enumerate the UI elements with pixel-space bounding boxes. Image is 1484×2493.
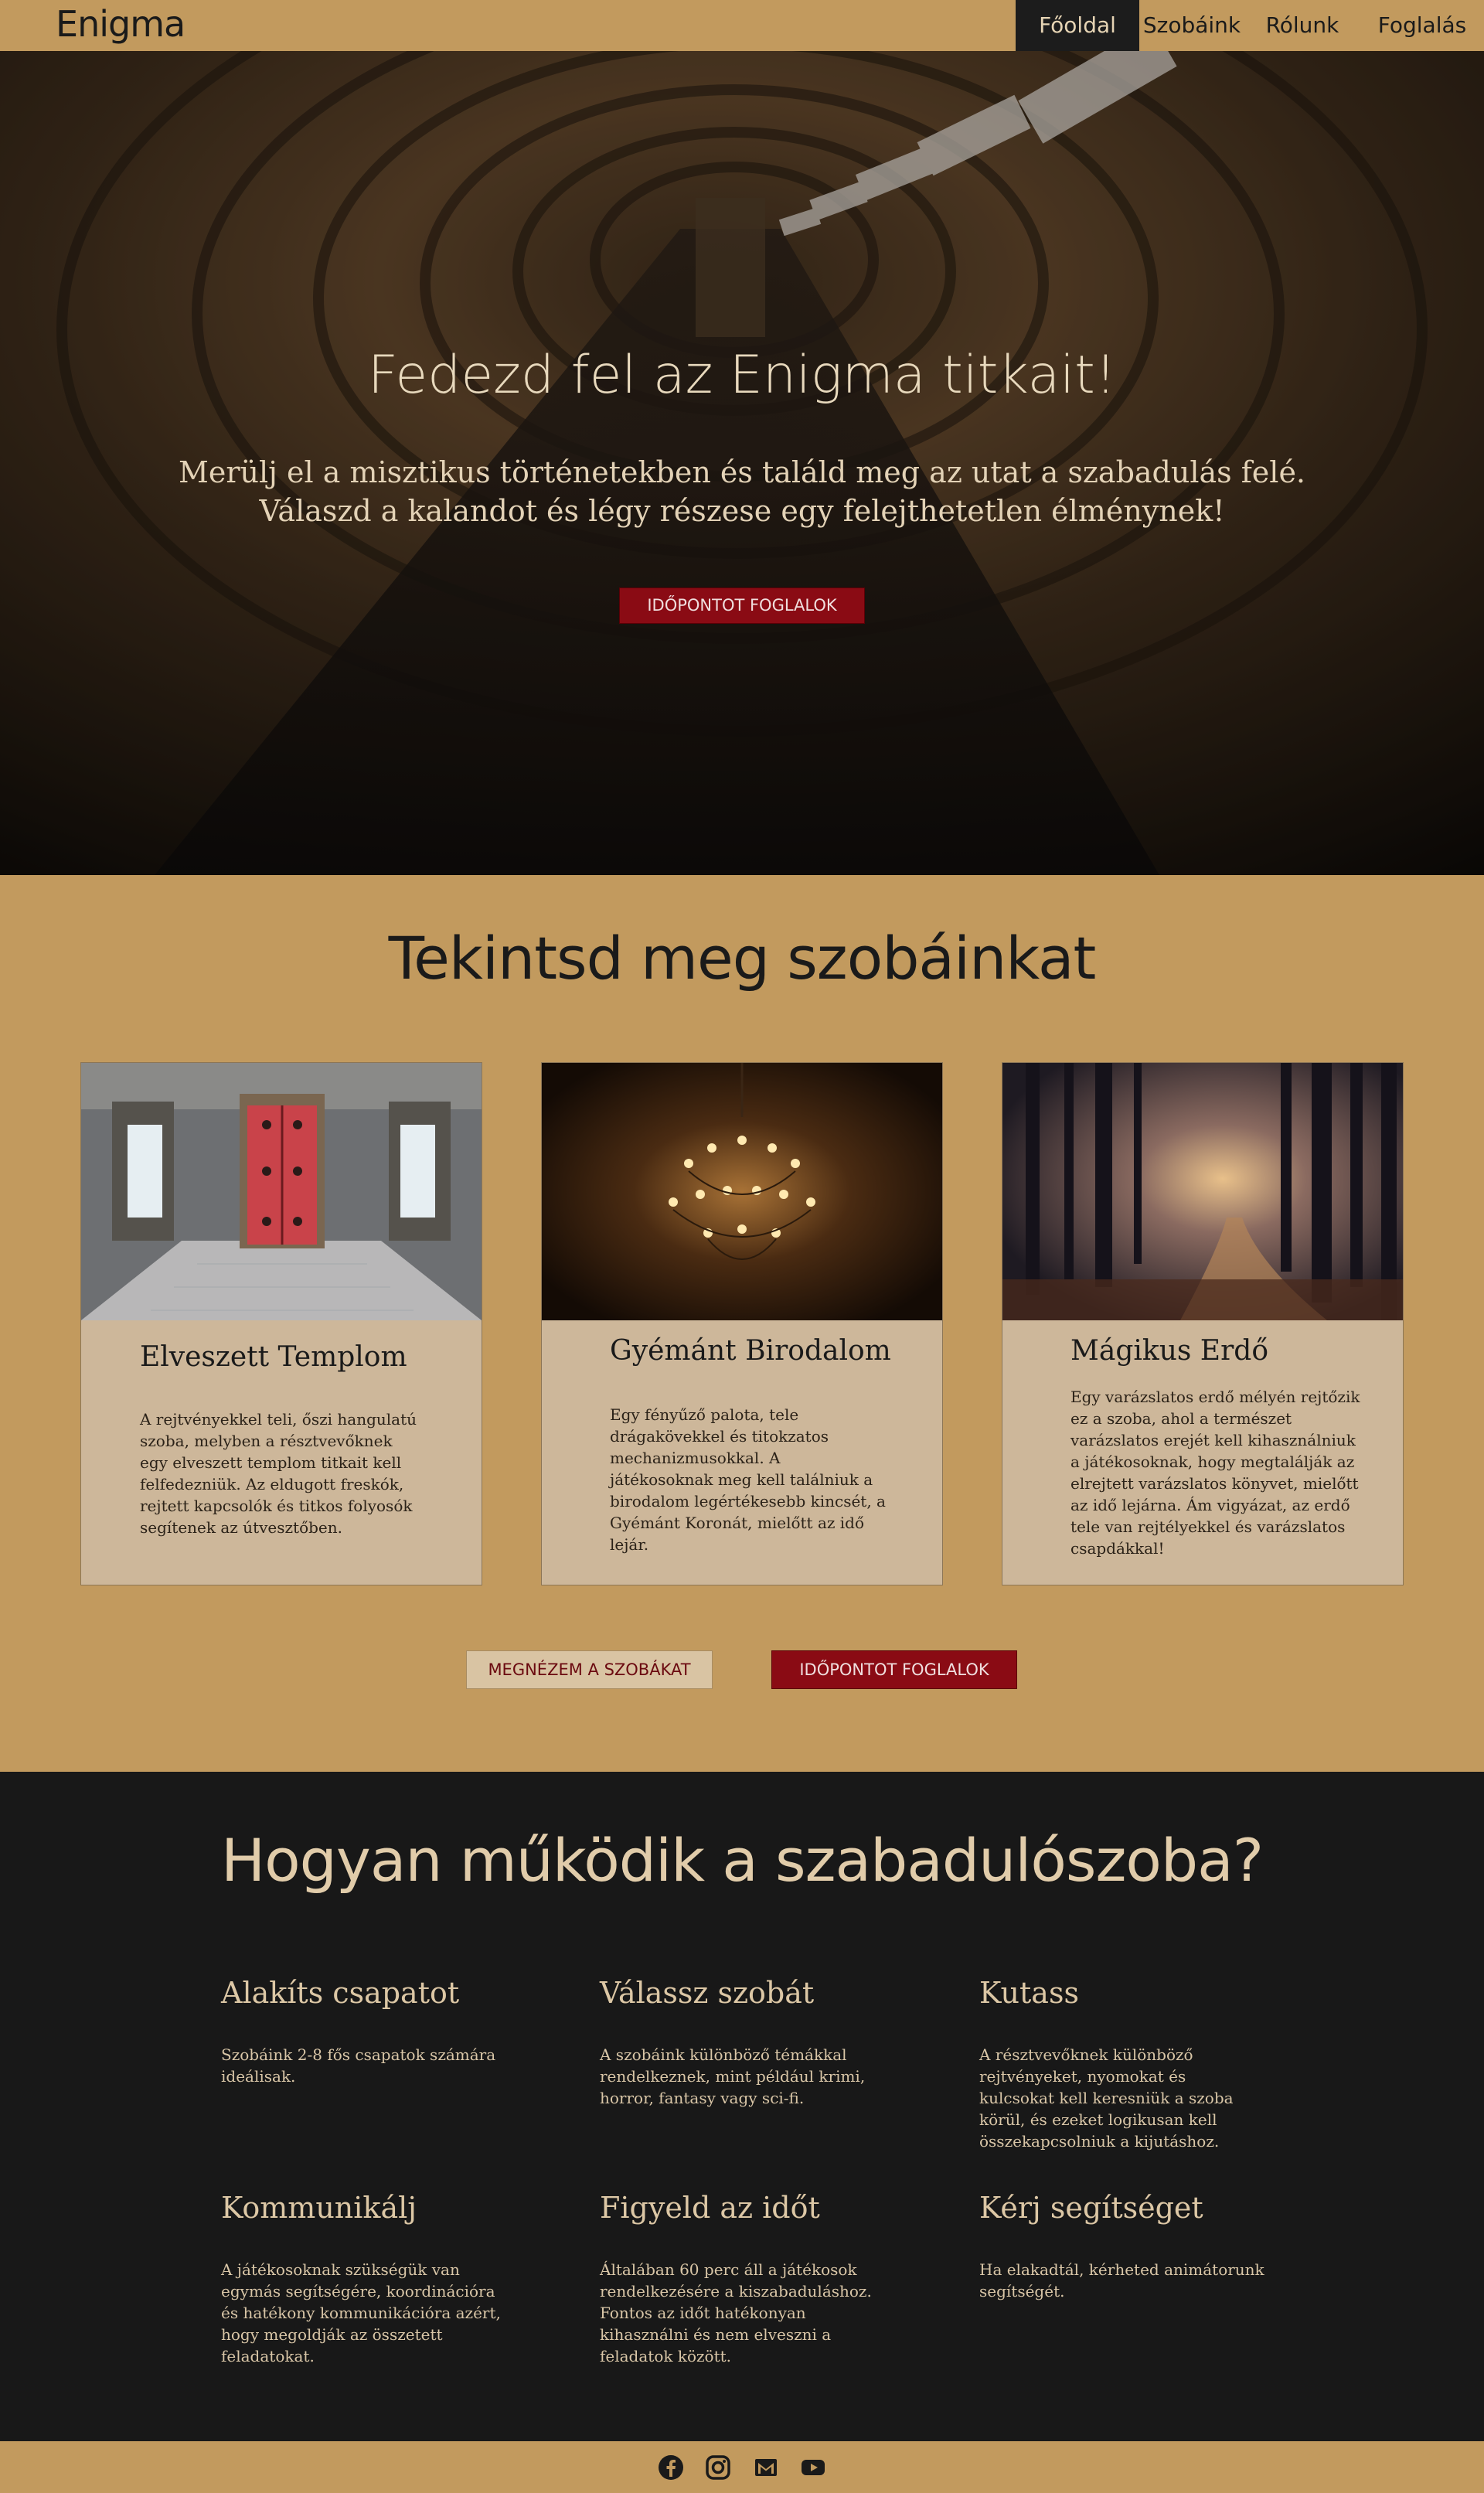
nav-item-fooldal[interactable]: Főoldal xyxy=(1016,0,1139,51)
book-appointment-button-secondary[interactable]: IDŐPONTOT FOGLALOK xyxy=(771,1650,1017,1689)
top-navbar: Enigma Főoldal Szobáink Rólunk Foglalás xyxy=(0,0,1484,51)
nav-item-foglalas[interactable]: Foglalás xyxy=(1360,0,1484,51)
step-text: A résztvevőknek különböző rejtvényeket, … xyxy=(979,2045,1234,2151)
room-card-description: Egy fényűző palota, tele drágakövekkel é… xyxy=(610,1405,886,1554)
step-title: Figyeld az időt xyxy=(600,2191,820,2225)
brand-logo[interactable]: Enigma xyxy=(56,3,186,45)
room-card-description: A rejtvényekkel teli, őszi hangulatú szo… xyxy=(140,1410,417,1537)
nav-item-rolunk[interactable]: Rólunk xyxy=(1244,0,1360,51)
hero-description: Merülj el a misztikus történetekben és t… xyxy=(178,455,1306,528)
step-figyeld-az-idot: Figyeld az időt Általában 60 perc áll a … xyxy=(600,2191,893,2365)
footer xyxy=(0,2441,1484,2493)
nav-item-szobaink[interactable]: Szobáink xyxy=(1139,0,1244,51)
room-card-title: Mágikus Erdő xyxy=(1070,1335,1269,1367)
rooms-section-title: Tekintsd meg szobáinkat xyxy=(388,924,1097,993)
youtube-icon[interactable] xyxy=(799,2454,827,2481)
how-it-works-section: Hogyan működik a szabadulószoba? Alakíts… xyxy=(0,1772,1484,2441)
chandelier-image xyxy=(542,1063,942,1320)
step-text: A szobáink különböző témákkal rendelkezn… xyxy=(600,2045,866,2107)
step-text: Általában 60 perc áll a játékosok rendel… xyxy=(600,2260,872,2365)
room-card-title: Elveszett Templom xyxy=(140,1341,407,1373)
room-card-description: Egy varázslatos erdő mélyén rejtőzik ez … xyxy=(1070,1388,1360,1558)
temple-door-image xyxy=(81,1063,482,1320)
step-text: Szobáink 2-8 fős csapatok számára ideáli… xyxy=(221,2045,496,2086)
step-title: Kutass xyxy=(979,1976,1079,2010)
room-card-gyemant-birodalom[interactable]: Gyémánt Birodalom Egy fényűző palota, te… xyxy=(541,1062,943,1585)
room-card-elveszett-templom[interactable]: Elveszett Templom A rejtvényekkel teli, … xyxy=(80,1062,482,1585)
forest-image xyxy=(1002,1063,1403,1320)
step-title: Kommunikálj xyxy=(221,2191,417,2225)
room-card-magikus-erdo[interactable]: Mágikus Erdő Egy varázslatos erdő mélyén… xyxy=(1002,1062,1404,1585)
instagram-icon[interactable] xyxy=(704,2454,732,2481)
step-kutass: Kutass A résztvevőknek különböző rejtvén… xyxy=(979,1976,1273,2151)
step-alakits-csapatot: Alakíts csapatot Szobáink 2-8 fős csapat… xyxy=(221,1976,515,2086)
step-kommunikalj: Kommunikálj A játékosoknak szükségük van… xyxy=(221,2191,515,2365)
step-text: Ha elakadtál, kérheted animátorunk segít… xyxy=(979,2260,1264,2301)
room-card-title: Gyémánt Birodalom xyxy=(610,1335,891,1367)
how-it-works-title: Hogyan működik a szabadulószoba? xyxy=(220,1826,1264,1895)
step-title: Alakíts csapatot xyxy=(221,1976,460,2010)
hero-title: Fedezd fel az Enigma titkait! xyxy=(367,345,1117,406)
step-valassz-szobat: Válassz szobát A szobáink különböző témá… xyxy=(600,1976,893,2107)
gmail-icon[interactable] xyxy=(752,2454,780,2481)
nav-links: Főoldal Szobáink Rólunk Foglalás xyxy=(1016,0,1484,51)
step-title: Válassz szobát xyxy=(600,1976,815,2010)
facebook-icon[interactable] xyxy=(657,2454,685,2481)
step-title: Kérj segítséget xyxy=(979,2191,1203,2225)
view-rooms-button[interactable]: MEGNÉZEM A SZOBÁKAT xyxy=(466,1650,713,1689)
book-appointment-button[interactable]: IDŐPONTOT FOGLALOK xyxy=(619,587,865,624)
step-kerj-segitseget: Kérj segítséget Ha elakadtál, kérheted a… xyxy=(979,2191,1273,2301)
hero-section: Fedezd fel az Enigma titkait! Merülj el … xyxy=(0,51,1484,875)
step-text: A játékosoknak szükségük van egymás segí… xyxy=(221,2260,501,2365)
